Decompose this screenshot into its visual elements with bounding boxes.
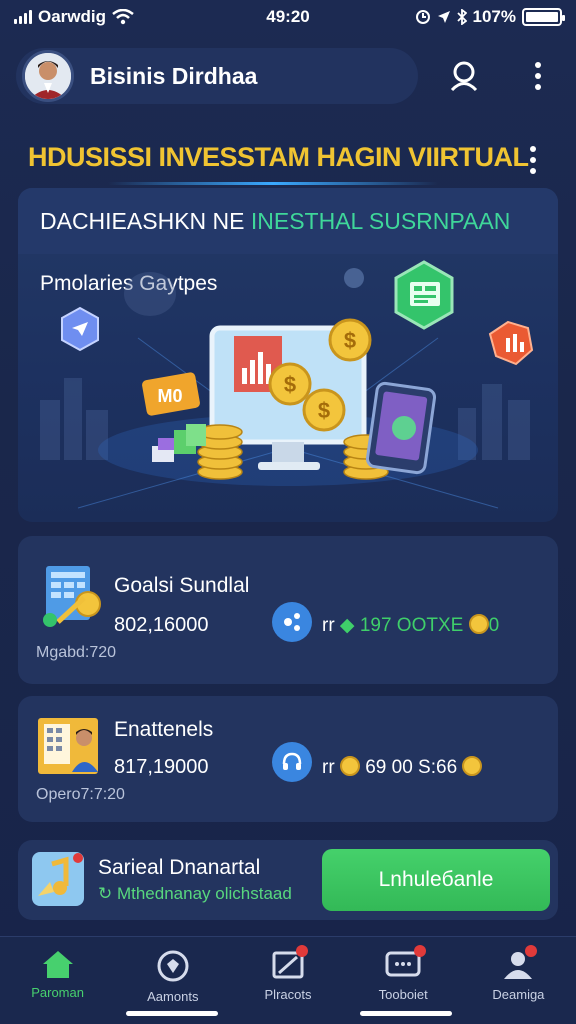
nav-item-label: Paroman xyxy=(31,985,84,1000)
status-bar: Oarwdig 49:20 107% xyxy=(0,0,576,34)
investment-card[interactable]: Goalsi Sundlal 802,16000 Mgabd:720 rr ◆ … xyxy=(18,536,558,684)
more-vertical-icon xyxy=(530,146,536,174)
card-amount: 817,19000 xyxy=(114,756,209,778)
card-rate-value: 69 00 S:66 xyxy=(365,757,458,778)
analyst-icon xyxy=(38,718,98,774)
coin-icon xyxy=(468,614,489,634)
nav-item-label: Plracots xyxy=(264,987,312,1002)
svg-text:M0: M0 xyxy=(157,386,182,406)
nav-item-label: Deamiga xyxy=(492,987,545,1002)
card-title: Goalsi Sundlal xyxy=(114,574,250,597)
wifi-icon xyxy=(112,9,134,25)
coin-icon xyxy=(462,756,483,776)
more-vertical-icon xyxy=(535,62,541,90)
notification-badge xyxy=(524,945,537,957)
card-amount: 802,16000 xyxy=(114,614,209,636)
nav-item-home[interactable]: Paroman xyxy=(0,937,115,1024)
card-rate: rr ◆ 197 OOTXE 0 xyxy=(322,614,500,636)
search-button[interactable] xyxy=(442,54,486,98)
svg-text:$: $ xyxy=(284,372,296,397)
card-footer: Opero7:7:20 xyxy=(36,786,125,803)
notification-badge xyxy=(296,945,309,957)
location-icon xyxy=(437,11,450,23)
nav-item-label: Tooboiet xyxy=(378,987,428,1002)
card-rate-value: 197 OOTXE xyxy=(359,615,464,636)
home-indicator xyxy=(360,1011,452,1016)
home-indicator xyxy=(126,1011,218,1016)
link-icon: ↻ xyxy=(98,884,117,903)
support-button[interactable] xyxy=(272,742,312,782)
notification-badge xyxy=(413,945,426,957)
nav-item-profile[interactable]: Deamiga xyxy=(461,937,576,1024)
bluetooth-icon xyxy=(456,9,467,25)
battery-percent: 107% xyxy=(472,7,516,26)
nav-item-projects[interactable]: Plracots xyxy=(230,937,345,1024)
svg-text:$: $ xyxy=(318,398,330,423)
action-subtitle: ↻ Mthednanay olichstaad xyxy=(98,884,292,904)
action-title: Sarieal Dnanartal xyxy=(98,856,261,879)
music-note-icon xyxy=(32,852,84,906)
user-name: Bisinis Dirdhaa xyxy=(90,62,258,89)
network-icon xyxy=(284,613,300,631)
search-icon xyxy=(450,61,478,92)
headset-icon xyxy=(282,752,302,770)
compass-icon xyxy=(157,950,189,982)
section-menu-button[interactable] xyxy=(530,146,536,174)
carrier-label: Oarwdig xyxy=(38,7,107,26)
hero-illustration: $ $ $ M0 xyxy=(40,260,534,509)
title-divider xyxy=(108,182,438,185)
clock: 49:20 xyxy=(266,7,310,26)
signal-icon xyxy=(14,10,32,24)
portfolio-icon xyxy=(43,566,101,627)
action-card[interactable]: Sarieal Dnanartal ↻ Mthednanay olichstaa… xyxy=(18,840,558,920)
card-rate: rr 69 00 S:66 xyxy=(322,756,483,779)
battery-icon xyxy=(522,8,565,26)
alarm-icon xyxy=(415,10,430,24)
page-title: HDUSISSI INVESSTAM HAGIN VIIRTUAL xyxy=(28,142,529,185)
home-icon xyxy=(42,951,73,978)
nav-item-label: Aamonts xyxy=(147,989,199,1004)
action-subtitle-text: Mthednanay olichstaad xyxy=(116,884,292,903)
bottom-navigation: Paroman Aamonts Plracots Tooboiet Deamig… xyxy=(0,936,576,1024)
primary-action-button[interactable]: Lnhuleбanle xyxy=(322,849,550,911)
profile-header[interactable]: Bisinis Dirdhaa xyxy=(16,48,418,104)
avatar[interactable] xyxy=(22,50,74,102)
investment-card[interactable]: Enattenels 817,19000 Opero7:7:20 rr 69 0… xyxy=(18,696,558,822)
coin-icon xyxy=(339,756,360,776)
hero-banner[interactable]: DACHIEASHKN NE INESTHAL SUSRNPAAN Pmolar… xyxy=(18,188,558,522)
more-menu-button[interactable] xyxy=(516,54,560,98)
page-title-text: HDUSISSI INVESSTAM HAGIN VIIRTUAL xyxy=(28,142,529,172)
svg-text:$: $ xyxy=(344,328,356,353)
share-button[interactable] xyxy=(272,602,312,642)
card-footer: Mgabd:720 xyxy=(36,644,117,661)
card-title: Enattenels xyxy=(114,718,214,741)
